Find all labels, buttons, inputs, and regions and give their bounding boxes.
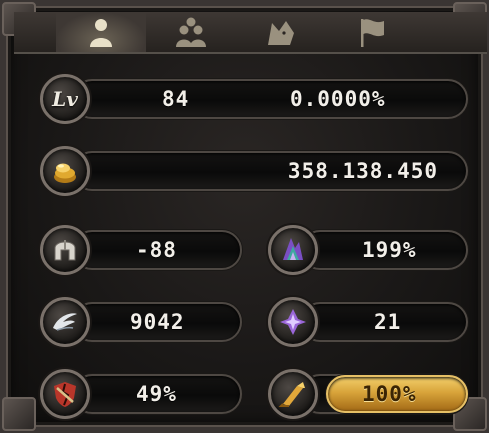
stat-highlight-fill: 100% xyxy=(326,375,468,413)
tab-pet[interactable] xyxy=(236,12,326,52)
magic-power-value: 199% xyxy=(362,238,417,262)
wing-icon xyxy=(53,313,77,331)
character-silhouette-icon xyxy=(90,19,112,47)
gold-badge xyxy=(40,146,90,196)
stat-bar-speed: 9042 xyxy=(72,302,242,342)
tab-bar xyxy=(14,12,487,54)
level-value: 84 xyxy=(162,87,190,111)
exp-percent: 0.0000% xyxy=(290,87,386,111)
stat-badge-resist xyxy=(40,369,90,419)
tab-guild[interactable] xyxy=(326,12,416,52)
golden-scroll-icon xyxy=(278,382,305,407)
stat-badge-speed xyxy=(40,297,90,347)
purple-crystal-icon xyxy=(280,309,306,335)
wolf-head-icon xyxy=(268,21,294,45)
tab-character[interactable] xyxy=(56,12,146,52)
stat-bar-crit: 21 xyxy=(300,302,468,342)
level-icon-label: Lv xyxy=(52,87,78,111)
party-silhouette-icon xyxy=(176,17,206,47)
gold-coin-pile-icon xyxy=(54,163,76,183)
flag-icon xyxy=(361,19,384,47)
stat-badge-crit xyxy=(268,297,318,347)
level-badge: Lv xyxy=(40,74,90,124)
luck-value: 100% xyxy=(362,382,417,406)
frame-corner-ornament xyxy=(2,397,36,431)
crit-value: 21 xyxy=(374,310,402,334)
tab-party[interactable] xyxy=(146,12,236,52)
gold-bar: 358.138.450 xyxy=(72,151,468,191)
stat-bar-resist: 49% xyxy=(72,374,242,414)
stat-bar-defense: -88 xyxy=(72,230,242,270)
cracked-shield-icon xyxy=(54,382,76,407)
level-bar: 84 0.0000% xyxy=(72,79,468,119)
stat-badge-luck xyxy=(268,369,318,419)
speed-value: 9042 xyxy=(130,310,185,334)
character-stats-panel: 84 0.0000% Lv 358.138.450 -88 9042 49% 1… xyxy=(0,0,489,433)
resist-value: 49% xyxy=(136,382,177,406)
magic-flame-icon xyxy=(283,238,303,260)
stat-badge-magic-power xyxy=(268,225,318,275)
gold-value: 358.138.450 xyxy=(287,159,438,183)
stat-badge-defense xyxy=(40,225,90,275)
stat-bar-luck: 100% xyxy=(300,374,468,414)
defense-value: -88 xyxy=(136,238,177,262)
helmet-icon xyxy=(54,240,76,261)
stat-bar-magic-power: 199% xyxy=(300,230,468,270)
